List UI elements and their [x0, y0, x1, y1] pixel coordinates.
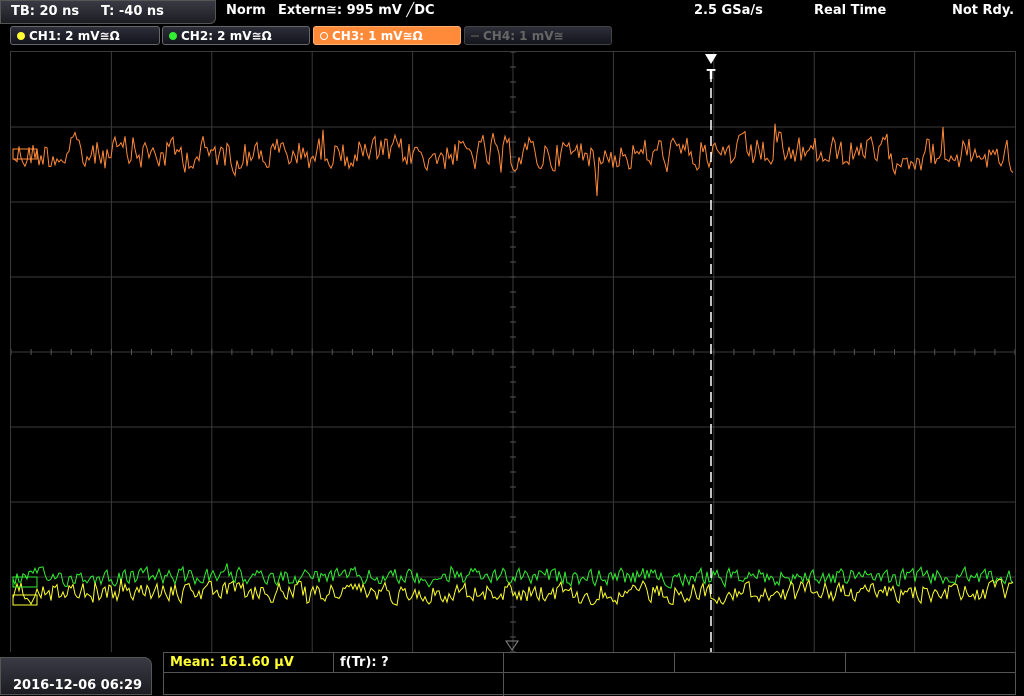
- ch2-indicator-icon: [169, 31, 177, 40]
- trigger-position-icon[interactable]: [705, 54, 717, 64]
- acquisition-mode[interactable]: Real Time: [814, 3, 886, 18]
- waveform-display[interactable]: T: [10, 51, 1016, 653]
- waveform-canvas: T: [11, 52, 1015, 652]
- tab-ch4[interactable]: CH4: 1 mV≅: [464, 26, 612, 45]
- meas-cell-6[interactable]: [164, 673, 504, 696]
- center-time-icon: [505, 640, 519, 651]
- measurement-panel[interactable]: Mean: 161.60 µV f(Tr): ?: [163, 652, 1016, 696]
- datetime: 2016-12-06 06:29: [13, 678, 143, 693]
- bottom-bar: 2016-12-06 06:29 Mean: 161.60 µV f(Tr): …: [0, 652, 1024, 696]
- measurement-mean: Mean: 161.60 µV: [170, 655, 294, 670]
- meas-cell-3[interactable]: [504, 653, 675, 673]
- date-panel: 2016-12-06 06:29: [0, 657, 152, 695]
- ch3-indicator-icon: [320, 31, 328, 40]
- tab-ch1[interactable]: CH1: 2 mV≅Ω: [10, 26, 160, 45]
- tab-ch3[interactable]: CH3: 1 mV≅Ω: [313, 26, 461, 45]
- graticule: [11, 52, 1015, 652]
- top-status-bar: TB: 20 ns T: -40 ns Norm Extern≅: 995 mV…: [0, 0, 1024, 24]
- trigger-marker-label: T: [707, 68, 716, 83]
- trigger-state: Not Rdy.: [952, 3, 1015, 18]
- trigger-offset-label: T: -40 ns: [101, 4, 164, 19]
- meas-cell-5[interactable]: [846, 653, 1016, 673]
- ch4-indicator-icon: [471, 34, 479, 37]
- tab-ch4-label: CH4: 1 mV≅: [483, 29, 564, 43]
- ch1-indicator-icon: [17, 31, 25, 40]
- timebase-panel[interactable]: TB: 20 ns T: -40 ns: [0, 0, 216, 24]
- measurement-ftr: f(Tr): ?: [340, 655, 389, 670]
- tab-ch3-label: CH3: 1 mV≅Ω: [332, 29, 423, 43]
- tab-ch2[interactable]: CH2: 2 mV≅Ω: [162, 26, 310, 45]
- channel-tabs: CH1: 2 mV≅Ω CH2: 2 mV≅Ω CH3: 1 mV≅Ω CH4:…: [0, 26, 1024, 48]
- timebase-label: TB: 20 ns: [11, 4, 80, 19]
- meas-cell-4[interactable]: [675, 653, 846, 673]
- trigger-mode[interactable]: Norm: [226, 3, 266, 18]
- tab-ch1-label: CH1: 2 mV≅Ω: [29, 29, 120, 43]
- sample-rate: 2.5 GSa/s: [694, 3, 763, 18]
- tab-ch2-label: CH2: 2 mV≅Ω: [181, 29, 272, 43]
- trigger-source[interactable]: Extern≅: 995 mV ╱DC: [278, 3, 435, 18]
